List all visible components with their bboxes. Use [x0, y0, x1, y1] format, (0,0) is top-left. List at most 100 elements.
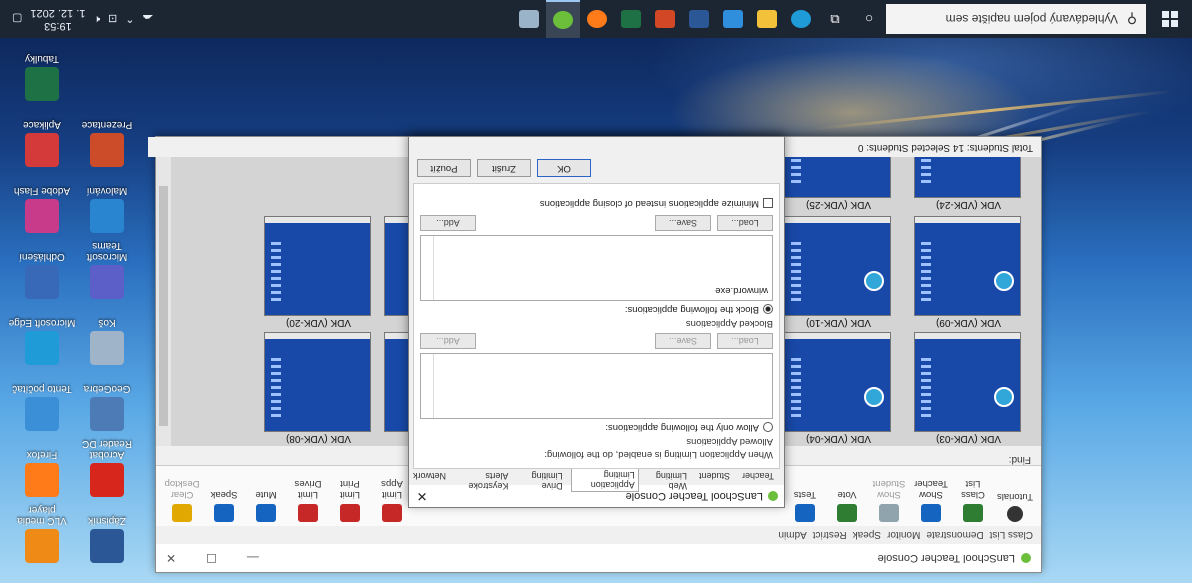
student-thumbnail[interactable]: [784, 153, 891, 198]
vote-button[interactable]: Vote: [827, 489, 867, 522]
speak-button[interactable]: Speak: [204, 489, 244, 522]
network-icon[interactable]: ⊡: [108, 13, 117, 26]
block-following-radio[interactable]: Block the following applications:: [420, 304, 773, 315]
weather-icon[interactable]: ☁: [143, 13, 154, 26]
taskbar: ⚲ Vyhledávaný pojem napište sem ○ ⧉ ☁ ⌃ …: [0, 0, 1192, 38]
limit-apps-button[interactable]: Limit Apps: [372, 478, 412, 522]
clear-desktop-button[interactable]: Clear Desktop: [162, 478, 202, 522]
notifications-icon[interactable]: ▢: [12, 13, 22, 26]
desktop-shortcut[interactable]: Zápisník: [72, 515, 142, 563]
close-icon[interactable]: ✕: [409, 488, 435, 504]
search-input[interactable]: ⚲ Vyhledávaný pojem napište sem: [886, 4, 1146, 34]
student-thumbnail[interactable]: [264, 332, 371, 432]
desktop-shortcut[interactable]: Tabulky: [7, 53, 77, 101]
tests-button[interactable]: Tests: [785, 489, 825, 522]
grid-scrollbar[interactable]: [156, 156, 171, 446]
maximize-icon[interactable]: ☐: [206, 551, 217, 565]
class-list-button[interactable]: Class List: [953, 478, 993, 522]
edge-icon: [994, 387, 1014, 407]
cortana-icon[interactable]: ○: [852, 0, 886, 38]
student-thumbnail[interactable]: [264, 216, 371, 316]
allowed-apps-list[interactable]: [420, 353, 773, 419]
minimize-checkbox[interactable]: Minimize applications instead of closing…: [420, 198, 773, 209]
console-title-bar[interactable]: LanSchool Teacher Console — ☐ ✕: [156, 544, 1041, 572]
tab-admin[interactable]: Admin: [778, 530, 806, 541]
tutorials-button[interactable]: Tutorials: [995, 491, 1035, 522]
task-view-icon[interactable]: ⧉: [818, 0, 852, 38]
show-student-button[interactable]: Show Student: [869, 478, 909, 522]
settings-dialog[interactable]: LanSchool Teacher Console ✕ Teacher Stud…: [408, 136, 785, 508]
tab-web-limiting[interactable]: Web Limiting: [643, 469, 691, 493]
network-app-icon[interactable]: [512, 0, 546, 38]
allowed-save-button[interactable]: Save...: [655, 333, 711, 349]
volume-icon[interactable]: 🔈︎: [93, 13, 100, 26]
ribbon-label: Speak: [210, 489, 238, 500]
allowed-add-button[interactable]: Add...: [420, 333, 476, 349]
tab-student[interactable]: Student: [695, 469, 734, 483]
tab-network[interactable]: Network: [409, 469, 450, 483]
blocked-add-button[interactable]: Add...: [420, 215, 476, 231]
ribbon-label: Mute: [255, 489, 277, 500]
desktop-shortcut[interactable]: GeoGebra: [72, 383, 142, 431]
limit-drives-button[interactable]: Limit Drives: [288, 478, 328, 522]
clock[interactable]: 19:53 1. 12. 2021: [30, 6, 85, 32]
tab-application-limiting[interactable]: Application Limiting: [570, 469, 639, 492]
edge-icon: [864, 387, 884, 407]
tab-drive-limiting[interactable]: Drive Limiting: [516, 469, 566, 493]
thumbnail-label: VDK (VDK-03): [936, 433, 1002, 444]
desktop-shortcut[interactable]: Acrobat Reader DC: [72, 438, 142, 497]
tab-restrict[interactable]: Restrict: [813, 530, 847, 541]
desktop-shortcut[interactable]: Microsoft Edge: [7, 317, 77, 365]
student-thumbnail[interactable]: [914, 153, 1021, 198]
desktop-shortcut[interactable]: Firefox: [7, 449, 77, 497]
word-icon[interactable]: [682, 0, 716, 38]
start-button[interactable]: [1148, 0, 1192, 38]
cancel-button[interactable]: Zrušit: [477, 159, 531, 177]
tab-demonstrate[interactable]: Demonstrate: [926, 530, 983, 541]
tab-monitor[interactable]: Monitor: [887, 530, 920, 541]
lanschool-taskbar-icon[interactable]: [546, 0, 580, 38]
speak-icon: [214, 504, 234, 522]
ribbon-label: Limit Print: [339, 478, 361, 500]
desktop-shortcut[interactable]: Tento počítač: [7, 383, 77, 431]
tab-class-list[interactable]: Class List: [990, 530, 1033, 541]
allowed-load-button[interactable]: Load...: [717, 333, 773, 349]
desktop-shortcut[interactable]: Adobe Flash: [7, 185, 77, 233]
desktop-shortcut[interactable]: Prezentace: [72, 119, 142, 167]
list-item[interactable]: winword.exe: [715, 285, 768, 296]
edge-icon[interactable]: [784, 0, 818, 38]
mail-icon[interactable]: [716, 0, 750, 38]
desktop-shortcut[interactable]: Aplikace: [7, 119, 77, 167]
chevron-up-icon[interactable]: ⌃: [125, 13, 134, 26]
desktop-shortcut[interactable]: Microsoft Teams: [72, 240, 142, 299]
ok-button[interactable]: OK: [537, 159, 591, 177]
word-icon: [90, 529, 124, 563]
student-thumbnail[interactable]: [914, 216, 1021, 316]
show-teacher-button[interactable]: Show Teacher: [911, 478, 951, 522]
tab-keystroke-alerts[interactable]: Keystroke Alerts: [454, 469, 512, 493]
student-thumbnail[interactable]: [914, 332, 1021, 432]
blocked-apps-list[interactable]: winword.exe: [420, 235, 773, 301]
allow-only-radio[interactable]: Allow only the following applications:: [420, 422, 773, 433]
desktop-shortcut[interactable]: Malování: [72, 185, 142, 233]
blocked-load-button[interactable]: Load...: [717, 215, 773, 231]
minimize-icon[interactable]: —: [247, 551, 259, 565]
excel-icon[interactable]: [614, 0, 648, 38]
limit-print-button[interactable]: Limit Print: [330, 478, 370, 522]
student-thumbnail[interactable]: [784, 332, 891, 432]
apply-button[interactable]: Použít: [417, 159, 471, 177]
file-explorer-icon[interactable]: [750, 0, 784, 38]
desktop-shortcut[interactable]: VLC media player: [7, 504, 77, 563]
close-icon[interactable]: ✕: [166, 551, 176, 565]
mute-button[interactable]: Mute: [246, 489, 286, 522]
desktop-shortcut[interactable]: Koš: [72, 317, 142, 365]
tab-speak[interactable]: Speak: [853, 530, 881, 541]
student-thumbnail[interactable]: [784, 216, 891, 316]
powerpoint-icon[interactable]: [648, 0, 682, 38]
blocked-save-button[interactable]: Save...: [655, 215, 711, 231]
thumbnail-label: VDK (VDK-24): [936, 199, 1002, 210]
tab-teacher[interactable]: Teacher: [738, 469, 778, 483]
ribbon-label: Show Student: [872, 478, 906, 500]
firefox-icon[interactable]: [580, 0, 614, 38]
desktop-shortcut[interactable]: Odhlášení: [7, 251, 77, 299]
